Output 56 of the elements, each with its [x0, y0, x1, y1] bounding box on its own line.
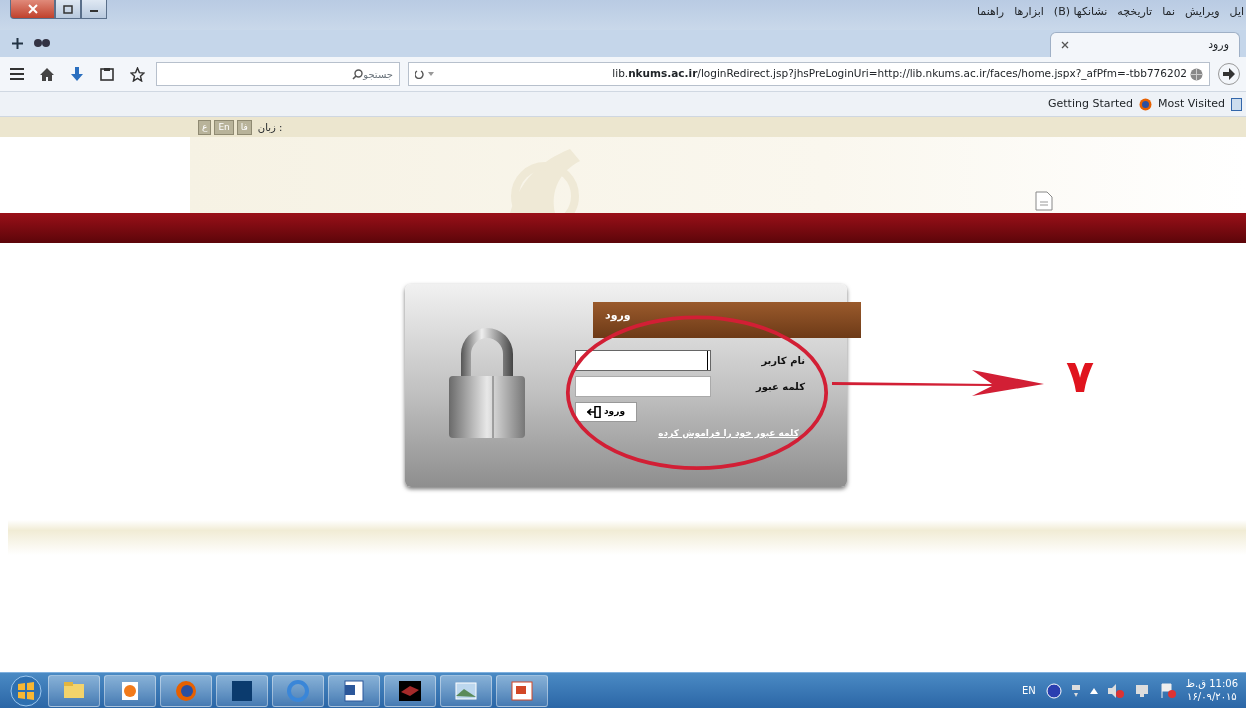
page-icon	[1231, 97, 1242, 111]
clock-date: ۱۶/۰۹/۲۰۱۵	[1186, 690, 1238, 703]
login-button[interactable]: ورود	[575, 402, 637, 422]
field-label: کلمه عبور	[754, 380, 805, 394]
menu-item[interactable]: نما	[1162, 4, 1175, 21]
muted-speaker-icon[interactable]	[1107, 683, 1124, 698]
address-bar[interactable]: lib.nkums.ac.ir/loginRedirect.jsp?jhsPreLoginUri=http://lib.nkums.ac.ir/faces/home.jspx?_afPfm=-tbb776202	[408, 62, 1210, 86]
clock-time: 11:06 ق.ظ	[1185, 678, 1238, 691]
taskbar-button[interactable]	[328, 674, 380, 707]
close-icon	[27, 4, 38, 14]
language-indicator[interactable]: EN	[1022, 683, 1036, 698]
close-icon[interactable]	[1061, 41, 1069, 49]
search-field[interactable]: جستجو	[156, 62, 400, 86]
download-arrow-icon	[71, 67, 83, 81]
mask-icon[interactable]	[34, 38, 50, 48]
menu-item[interactable]: ویرایش	[1184, 4, 1220, 21]
tab-title: ورود	[1208, 36, 1229, 53]
menu-icon	[10, 68, 24, 80]
username-field[interactable]	[575, 350, 711, 371]
url-text: lib.nkums.ac.ir/loginRedirect.jsp?jhsPreLoginUri=http://lib.nkums.ac.ir/faces/home.jspx?_afPfm=-tbb776202	[612, 66, 1187, 82]
clipboard-icon	[100, 67, 114, 81]
language-label: زبان :	[257, 120, 283, 135]
clock[interactable]: 11:06 ق.ظ ۱۶/۰۹/۲۰۱۵	[1185, 678, 1238, 703]
bookmark-link[interactable]: Getting Started	[1048, 95, 1134, 113]
password-field[interactable]	[575, 376, 711, 397]
menu-item[interactable]: تاریخچه	[1117, 4, 1153, 21]
plus-icon	[11, 37, 23, 49]
close-button[interactable]	[10, 0, 55, 19]
minimize-button[interactable]	[81, 0, 107, 19]
menu-item[interactable]: راهنما	[976, 4, 1005, 21]
annotation-number: ۷	[1066, 353, 1095, 399]
reload-icon[interactable]	[415, 69, 435, 79]
search-icon	[352, 68, 364, 80]
bookmark-link[interactable]: Most Visited	[1158, 95, 1225, 113]
menu-item[interactable]: نشانکها (B)	[1053, 4, 1108, 21]
help-icon[interactable]	[1045, 682, 1062, 699]
network-icon[interactable]	[1071, 684, 1080, 697]
home-icon	[40, 67, 54, 81]
star-icon	[129, 66, 145, 82]
search-placeholder: جستجو	[363, 67, 393, 82]
maximize-icon	[63, 4, 73, 14]
broken-image-icon	[1035, 191, 1053, 211]
login-header: ورود	[593, 302, 861, 338]
menu-item[interactable]: ابزارها	[1014, 4, 1044, 21]
menu-item[interactable]: ایل	[1229, 4, 1244, 21]
flag-icon[interactable]	[1159, 682, 1176, 699]
monitor-icon[interactable]	[1133, 683, 1150, 698]
sign-in-icon	[587, 406, 601, 418]
up-arrow-icon[interactable]	[1089, 687, 1098, 694]
start-button[interactable]	[8, 674, 44, 707]
taskbar-button[interactable]	[384, 674, 436, 707]
browser-tab[interactable]: ورود	[1050, 32, 1240, 57]
field-label: نام کاربر	[760, 354, 805, 368]
right-arrow-icon	[1223, 68, 1235, 80]
maximize-button[interactable]	[55, 0, 81, 19]
taskbar-button[interactable]	[216, 674, 268, 707]
